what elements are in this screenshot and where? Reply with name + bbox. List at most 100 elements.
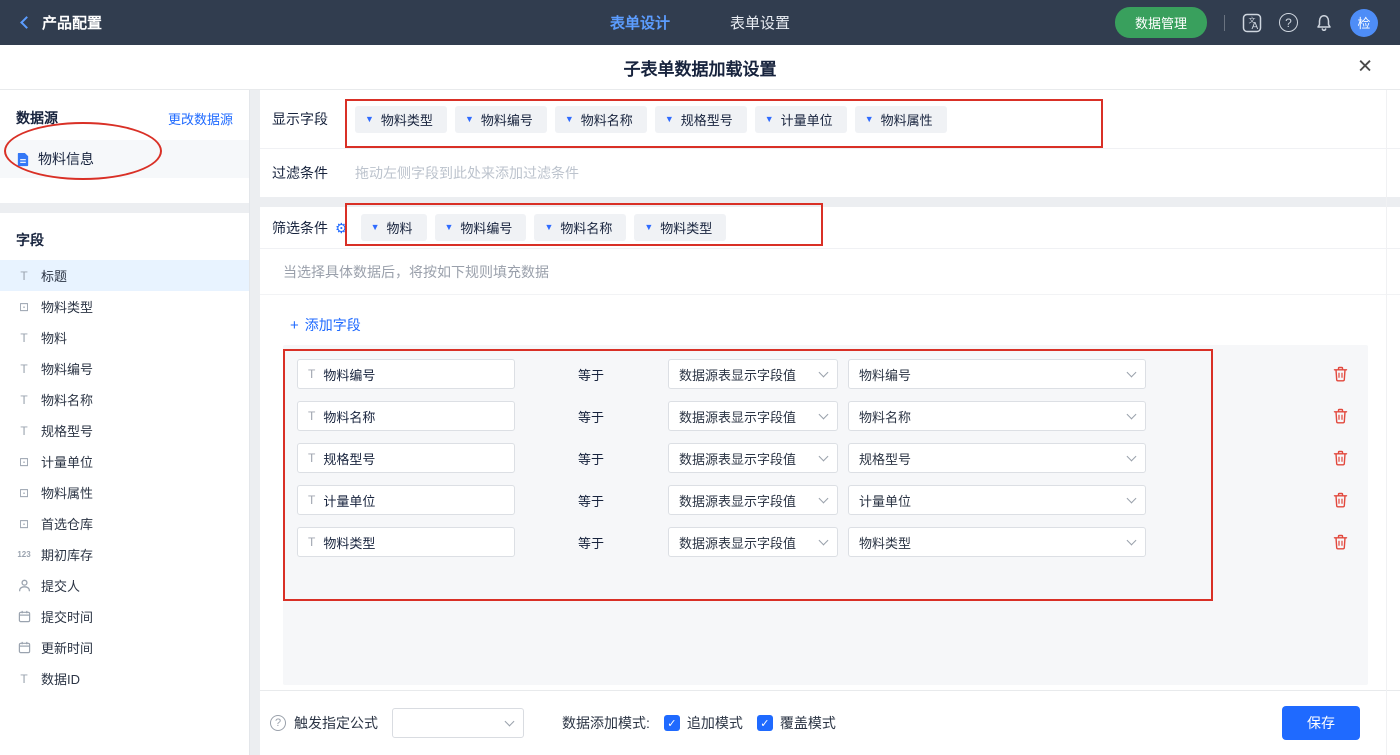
divider bbox=[0, 203, 249, 213]
translate-icon[interactable]: 文A bbox=[1242, 13, 1262, 33]
number-field-icon: 123 bbox=[17, 550, 31, 559]
rule-target-select[interactable]: 计量单位 bbox=[848, 485, 1146, 515]
datasource-title: 数据源 bbox=[16, 110, 58, 126]
sidebar-field-material-type[interactable]: ⊡ 物料类型 bbox=[0, 291, 249, 322]
rule-target-select[interactable]: 物料类型 bbox=[848, 527, 1146, 557]
screen-chip-material-name[interactable]: ▼ 物料名称 bbox=[534, 214, 627, 241]
overwrite-mode-option[interactable]: ✓ 覆盖模式 bbox=[756, 713, 836, 733]
overwrite-mode-checkbox[interactable]: ✓ bbox=[756, 715, 773, 731]
add-field-label: 添加字段 bbox=[304, 317, 361, 333]
sidebar-field-submitter[interactable]: 提交人 bbox=[0, 570, 249, 601]
calendar-icon bbox=[16, 610, 32, 623]
tab-form-design[interactable]: 表单设计 bbox=[610, 12, 670, 33]
rule-target-select[interactable]: 物料编号 bbox=[848, 359, 1146, 389]
trash-icon[interactable] bbox=[1333, 534, 1348, 550]
rule-field-input[interactable]: T 物料编号 bbox=[297, 359, 515, 389]
rule-source-select[interactable]: 数据源表显示字段值 bbox=[668, 359, 838, 389]
screen-chip-material-type[interactable]: ▼ 物料类型 bbox=[634, 214, 727, 241]
sidebar-field-unit[interactable]: ⊡ 计量单位 bbox=[0, 446, 249, 477]
rule-field-input[interactable]: T 物料类型 bbox=[297, 527, 515, 557]
display-filter-card: 显示字段 ▼ 物料类型 ▼ 物料编号 ▼ 物料名称 ▼ 规格型号 ▼ 计量单位 ▼ 物料属性… bbox=[260, 90, 1400, 197]
chevron-down-icon bbox=[1126, 367, 1137, 377]
sidebar-field-submit-time[interactable]: 提交时间 bbox=[0, 601, 249, 632]
add-field-button[interactable]: + 添加字段 bbox=[290, 315, 361, 335]
text-field-icon: T bbox=[308, 535, 316, 549]
text-field-icon: T bbox=[20, 392, 28, 407]
sidebar-field-data-id[interactable]: T 数据ID bbox=[0, 663, 249, 694]
screen-condition-label: 筛选条件 bbox=[272, 219, 328, 236]
rule-field-input[interactable]: T 计量单位 bbox=[297, 485, 515, 515]
rule-source-select[interactable]: 数据源表显示字段值 bbox=[668, 401, 838, 431]
text-field-icon: T bbox=[20, 671, 28, 686]
display-chip-unit[interactable]: ▼ 计量单位 bbox=[754, 105, 847, 133]
filter-condition-row[interactable]: 过滤条件 拖动左侧字段到此处来添加过滤条件 bbox=[260, 149, 1400, 197]
avatar[interactable]: 检 bbox=[1350, 8, 1378, 37]
data-manage-button[interactable]: 数据管理 bbox=[1114, 7, 1207, 38]
sidebar-field-preferred-warehouse[interactable]: ⊡ 首选仓库 bbox=[0, 508, 249, 539]
divider bbox=[1224, 14, 1225, 31]
back-chevron-icon bbox=[20, 16, 33, 29]
rule-row: T 计量单位 等于 数据源表显示字段值 计量单位 bbox=[297, 485, 1354, 515]
save-button[interactable]: 保存 bbox=[1282, 706, 1360, 740]
select-value: 物料类型 bbox=[859, 535, 912, 551]
sidebar-field-update-time[interactable]: 更新时间 bbox=[0, 632, 249, 663]
back-button[interactable]: 产品配置 bbox=[20, 12, 102, 33]
append-mode-label: 追加模式 bbox=[686, 715, 743, 731]
append-mode-option[interactable]: ✓ 追加模式 bbox=[663, 713, 743, 733]
display-chip-spec-model[interactable]: ▼ 规格型号 bbox=[654, 105, 747, 133]
chevron-down-icon bbox=[1126, 535, 1137, 545]
screen-chip-material[interactable]: ▼ 物料 bbox=[360, 214, 427, 241]
trash-icon[interactable] bbox=[1333, 450, 1348, 466]
display-chip-material-name[interactable]: ▼ 物料名称 bbox=[554, 105, 647, 133]
formula-select[interactable] bbox=[392, 708, 524, 738]
display-chip-material-type[interactable]: ▼ 物料类型 bbox=[355, 105, 447, 133]
chip-label: 物料 bbox=[386, 221, 413, 236]
scrollbar-track bbox=[1386, 90, 1387, 755]
tab-form-settings[interactable]: 表单设置 bbox=[730, 12, 790, 33]
close-icon[interactable]: ✕ bbox=[1357, 58, 1373, 77]
screen-chip-material-code[interactable]: ▼ 物料编号 bbox=[434, 214, 527, 241]
change-datasource-link[interactable]: 更改数据源 bbox=[168, 109, 233, 128]
chevron-down-icon: ▼ bbox=[644, 222, 654, 232]
rule-field-input[interactable]: T 物料名称 bbox=[297, 401, 515, 431]
trash-icon[interactable] bbox=[1333, 492, 1348, 508]
field-label: 标题 bbox=[41, 269, 68, 284]
field-label: 提交时间 bbox=[41, 610, 94, 625]
rules-panel: T 物料编号 等于 数据源表显示字段值 物料编号 T 物料名称 等于 数据源表显示字… bbox=[283, 345, 1368, 685]
rule-target-select[interactable]: 物料名称 bbox=[848, 401, 1146, 431]
rule-source-select[interactable]: 数据源表显示字段值 bbox=[668, 443, 838, 473]
field-label: 期初库存 bbox=[41, 548, 94, 563]
display-chip-material-code[interactable]: ▼ 物料编号 bbox=[454, 105, 547, 133]
rule-row: T 规格型号 等于 数据源表显示字段值 规格型号 bbox=[297, 443, 1354, 473]
display-field-chips: ▼ 物料类型 ▼ 物料编号 ▼ 物料名称 ▼ 规格型号 ▼ 计量单位 ▼ 物料属性 bbox=[355, 105, 947, 133]
display-chip-material-attr[interactable]: ▼ 物料属性 bbox=[854, 105, 947, 133]
sidebar-field-spec-model[interactable]: T 规格型号 bbox=[0, 415, 249, 446]
sidebar-field-material-code[interactable]: T 物料编号 bbox=[0, 353, 249, 384]
rule-field-input[interactable]: T 规格型号 bbox=[297, 443, 515, 473]
sidebar-field-material[interactable]: T 物料 bbox=[0, 322, 249, 353]
rule-field-label: 规格型号 bbox=[323, 451, 376, 467]
bell-icon[interactable] bbox=[1315, 14, 1333, 32]
select-value: 物料编号 bbox=[859, 367, 912, 383]
help-icon[interactable]: ? bbox=[1279, 13, 1298, 32]
select-value: 规格型号 bbox=[859, 451, 912, 467]
append-mode-checkbox[interactable]: ✓ bbox=[663, 715, 680, 731]
sidebar-field-material-attr[interactable]: ⊡ 物料属性 bbox=[0, 477, 249, 508]
field-label: 更新时间 bbox=[41, 641, 94, 656]
text-field-icon: T bbox=[308, 367, 316, 381]
rule-field-label: 物料名称 bbox=[323, 409, 376, 425]
question-circle-icon[interactable]: ? bbox=[270, 715, 286, 731]
rule-source-select[interactable]: 数据源表显示字段值 bbox=[668, 527, 838, 557]
sidebar-field-material-name[interactable]: T 物料名称 bbox=[0, 384, 249, 415]
datasource-item[interactable]: 物料信息 bbox=[0, 140, 249, 178]
rule-source-select[interactable]: 数据源表显示字段值 bbox=[668, 485, 838, 515]
trash-icon[interactable] bbox=[1333, 366, 1348, 382]
chip-label: 规格型号 bbox=[680, 112, 733, 128]
gear-icon[interactable]: ⚙ bbox=[335, 221, 348, 235]
fill-rule-hint: 当选择具体数据后，将按如下规则填充数据 bbox=[260, 249, 1400, 295]
rule-target-select[interactable]: 规格型号 bbox=[848, 443, 1146, 473]
sidebar-field-initial-stock[interactable]: 123 期初库存 bbox=[0, 539, 249, 570]
trash-icon[interactable] bbox=[1333, 408, 1348, 424]
sidebar-field-title[interactable]: T 标题 bbox=[0, 260, 249, 291]
rule-operator: 等于 bbox=[578, 367, 605, 383]
